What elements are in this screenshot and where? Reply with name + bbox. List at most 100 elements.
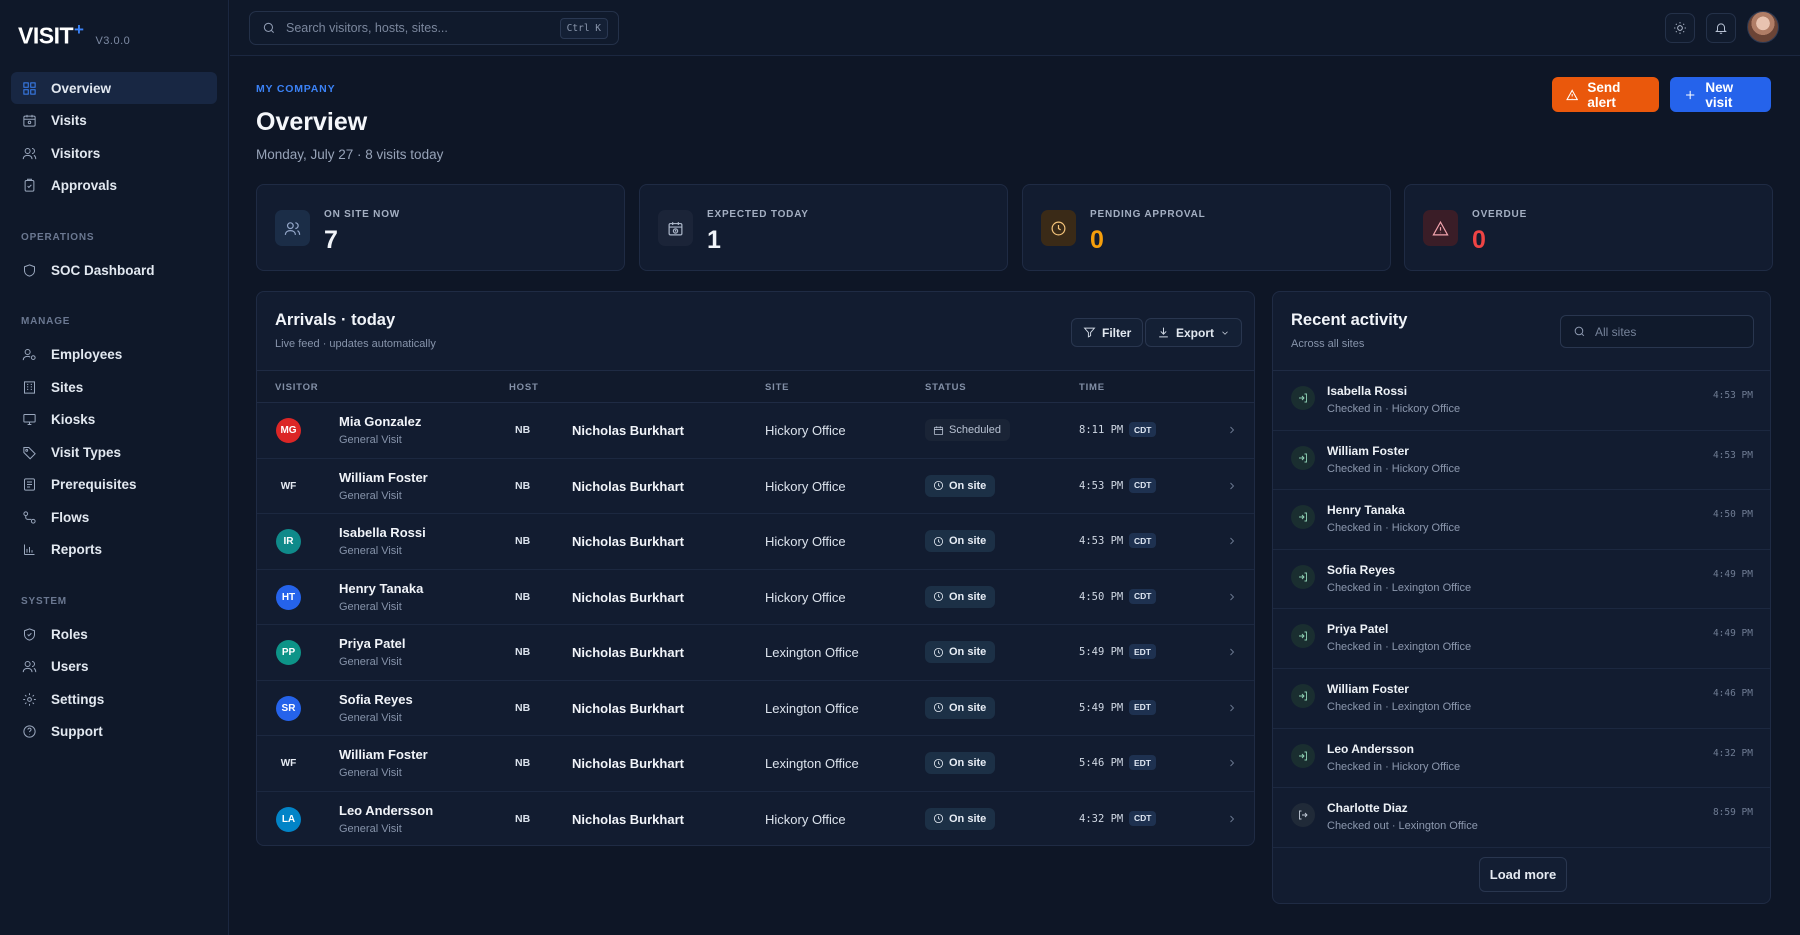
site-search-input[interactable]: All sites — [1560, 315, 1754, 348]
breadcrumb[interactable]: MY COMPANY — [256, 83, 335, 95]
sidebar-item-prerequisites[interactable]: Prerequisites — [11, 469, 217, 501]
chevron-right-icon[interactable] — [1226, 702, 1238, 714]
user-avatar[interactable] — [1747, 11, 1779, 43]
table-row[interactable]: WF William Foster General Visit NB Nicho… — [257, 459, 1254, 514]
list-item[interactable]: Sofia Reyes Checked in · Lexington Offic… — [1273, 550, 1770, 610]
list-item[interactable]: Charlotte Diaz Checked out · Lexington O… — [1273, 788, 1770, 848]
sidebar-item-kiosks[interactable]: Kiosks — [11, 404, 217, 436]
brand-logo[interactable]: VISIT+ — [18, 20, 84, 50]
sidebar-item-visits[interactable]: Visits — [11, 105, 217, 137]
stat-card-expected-today[interactable]: EXPECTED TODAY 1 — [639, 184, 1008, 271]
column-header-visitor[interactable]: VISITOR — [275, 382, 318, 393]
grid-icon — [23, 81, 36, 95]
avatar: PP — [276, 640, 301, 665]
activity-name: Isabella Rossi — [1327, 384, 1408, 398]
table-row[interactable]: SR Sofia Reyes General Visit NB Nicholas… — [257, 681, 1254, 736]
table-row[interactable]: IR Isabella Rossi General Visit NB Nicho… — [257, 514, 1254, 570]
table-row[interactable]: WF William Foster General Visit NB Nicho… — [257, 736, 1254, 792]
activity-list: Isabella Rossi Checked in · Hickory Offi… — [1273, 370, 1770, 848]
site-name: Lexington Office — [765, 700, 859, 716]
activity-name: Leo Andersson — [1327, 741, 1414, 756]
host-name: Nicholas Burkhart — [572, 423, 684, 438]
stat-card-overdue[interactable]: OVERDUE 0 — [1404, 184, 1773, 271]
column-header-status[interactable]: STATUS — [925, 382, 966, 393]
table-row[interactable]: LA Leo Andersson General Visit NB Nichol… — [257, 792, 1254, 846]
activity-name: Charlotte Diaz — [1327, 801, 1408, 816]
list-item[interactable]: Leo Andersson Checked in · Hickory Offic… — [1273, 729, 1770, 789]
send-alert-button[interactable]: Send alert — [1552, 77, 1659, 112]
status-badge: On site — [925, 641, 996, 663]
arrival-time: 4:53 PM — [1079, 479, 1124, 492]
sidebar-item-roles[interactable]: Roles — [11, 618, 217, 650]
sidebar-item-flows[interactable]: Flows — [11, 501, 217, 533]
search-icon — [263, 22, 275, 34]
activity-name: Sofia Reyes — [1327, 562, 1396, 577]
search-input[interactable]: Search visitors, hosts, sites... — [286, 21, 550, 35]
site-name: Hickory Office — [765, 811, 846, 827]
list-item[interactable]: Isabella Rossi Checked in · Hickory Offi… — [1273, 371, 1770, 431]
sidebar: VISIT+ V3.0.0 Overview Visits Visitors Appr… — [0, 0, 229, 935]
site-name: Hickory Office — [765, 478, 846, 494]
visit-type: General Visit — [339, 656, 402, 668]
chevron-right-icon[interactable] — [1226, 591, 1238, 603]
chevron-right-icon[interactable] — [1226, 757, 1238, 769]
sidebar-item-label: SOC Dashboard — [51, 262, 155, 278]
global-search[interactable]: Search visitors, hosts, sites... Ctrl K — [249, 11, 619, 45]
avatar: SR — [276, 695, 301, 721]
log-in-icon — [1299, 631, 1307, 641]
alert-triangle-icon — [1432, 220, 1449, 235]
monitor-icon — [23, 414, 36, 425]
filter-button[interactable]: Filter — [1071, 318, 1144, 347]
sidebar-section-manage: MANAGE — [21, 316, 71, 327]
activity-icon-wrap — [1291, 624, 1315, 649]
page-subtitle: Monday, July 27 · 8 visits today — [256, 147, 444, 162]
chevron-right-icon[interactable] — [1226, 424, 1238, 436]
sidebar-item-overview[interactable]: Overview — [11, 72, 217, 104]
list-item[interactable]: Priya Patel Checked in · Lexington Offic… — [1273, 609, 1770, 669]
host-name: Nicholas Burkhart — [572, 811, 684, 827]
column-header-site[interactable]: SITE — [765, 382, 789, 393]
calendar-clock-icon — [668, 221, 683, 235]
sidebar-item-employees[interactable]: Employees — [11, 339, 217, 371]
list-item[interactable]: William Foster Checked in · Hickory Offi… — [1273, 431, 1770, 491]
arrival-time: 5:46 PM — [1079, 757, 1124, 769]
sidebar-item-sites[interactable]: Sites — [11, 371, 217, 403]
notifications-button[interactable] — [1706, 13, 1736, 43]
sidebar-item-settings[interactable]: Settings — [11, 683, 217, 715]
table-row[interactable]: HT Henry Tanaka General Visit NB Nichola… — [257, 570, 1254, 625]
column-header-host[interactable]: HOST — [509, 382, 539, 393]
stat-card-pending-approval[interactable]: PENDING APPROVAL 0 — [1022, 184, 1391, 271]
tag-icon — [23, 446, 36, 459]
avatar: WF — [280, 758, 297, 769]
sidebar-item-reports[interactable]: Reports — [11, 534, 217, 566]
column-header-time[interactable]: TIME — [1079, 382, 1105, 393]
sidebar-item-users[interactable]: Users — [11, 651, 217, 683]
sidebar-item-support[interactable]: Support — [11, 716, 217, 748]
chevron-right-icon[interactable] — [1226, 480, 1238, 492]
sidebar-item-soc-dashboard[interactable]: SOC Dashboard — [11, 254, 217, 286]
activity-panel: Recent activity Across all sites All sit… — [1272, 291, 1771, 904]
visitor-name: Sofia Reyes — [339, 691, 413, 707]
calendar-icon — [933, 425, 944, 435]
table-row[interactable]: PP Priya Patel General Visit NB Nicholas… — [257, 625, 1254, 681]
host-initials: NB — [515, 812, 531, 825]
theme-toggle-button[interactable] — [1665, 13, 1695, 43]
new-visit-button[interactable]: New visit — [1670, 77, 1771, 112]
list-item[interactable]: William Foster Checked in · Lexington Of… — [1273, 669, 1770, 729]
sidebar-item-visit-types[interactable]: Visit Types — [11, 436, 217, 468]
activity-icon-wrap — [1291, 445, 1315, 470]
users-icon — [22, 661, 37, 673]
chevron-right-icon[interactable] — [1226, 535, 1238, 547]
chevron-right-icon[interactable] — [1226, 813, 1238, 825]
chevron-right-icon[interactable] — [1226, 646, 1238, 658]
clipboard-check-icon — [24, 178, 35, 192]
sidebar-item-visitors[interactable]: Visitors — [11, 137, 217, 169]
stat-card-on-site-now[interactable]: ON SITE NOW 7 — [256, 184, 625, 271]
load-more-button[interactable]: Load more — [1479, 857, 1567, 892]
list-item[interactable]: Henry Tanaka Checked in · Hickory Office… — [1273, 490, 1770, 550]
sidebar-item-approvals[interactable]: Approvals — [11, 170, 217, 202]
table-row[interactable]: MG Mia Gonzalez General Visit NB Nichola… — [257, 403, 1254, 459]
visit-type: General Visit — [339, 545, 402, 557]
export-button[interactable]: Export — [1145, 318, 1243, 347]
sidebar-item-label: Sites — [51, 379, 84, 395]
